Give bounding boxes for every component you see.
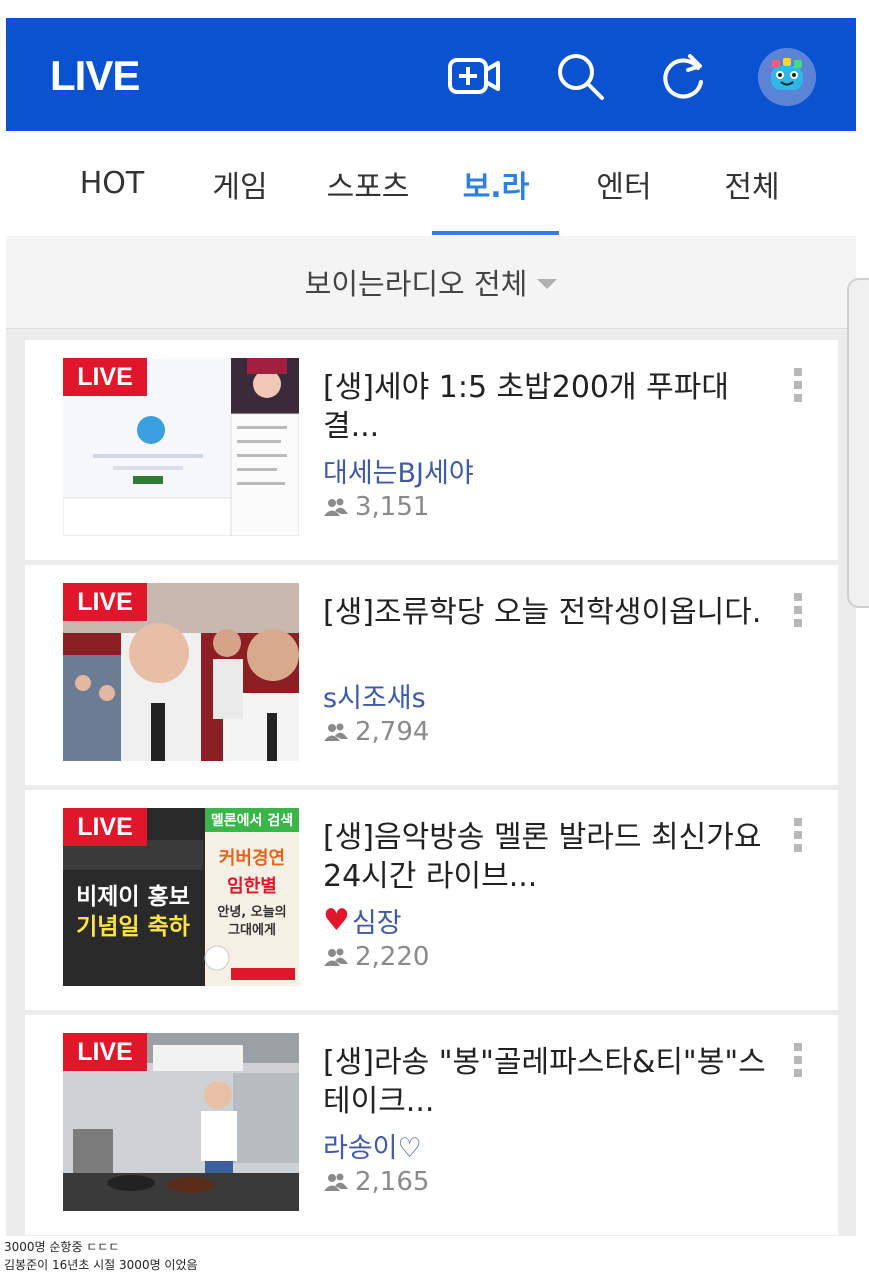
app-title: LIVE: [50, 52, 140, 99]
stream-card[interactable]: LIVE [생]라송 "봉"골레파스타&티"봉"스테이크... 라송이♡ 2,1…: [25, 1015, 838, 1235]
broadcaster-name[interactable]: 라송이♡: [323, 1126, 422, 1165]
live-badge: LIVE: [63, 358, 147, 396]
viewer-count: 2,220: [323, 942, 429, 972]
stream-card[interactable]: 멜론에서 검색 비제이 홍보 기념일 축하 커버경연 임한별 안녕, 오늘의 그…: [25, 790, 838, 1010]
live-badge: LIVE: [63, 808, 147, 846]
viewer-count-text: 3,151: [355, 492, 430, 522]
stream-thumbnail: LIVE: [63, 358, 299, 536]
stream-title: [생]조류학당 오늘 전학생이옵니다.: [323, 595, 762, 630]
chevron-down-icon: [537, 279, 558, 289]
viewer-count: 3,151: [323, 492, 429, 522]
stream-title: [생]세야 1:5 초밥200개 푸파대결...: [323, 370, 729, 444]
caption-line-1: 3000명 순항중 ㄷㄷㄷ: [4, 1240, 120, 1254]
tab-game[interactable]: 게임: [176, 131, 304, 236]
stream-title: [생]라송 "봉"골레파스타&티"봉"스테이크...: [323, 1045, 766, 1119]
stream-thumbnail: 멜론에서 검색 비제이 홍보 기념일 축하 커버경연 임한별 안녕, 오늘의 그…: [63, 808, 299, 986]
stream-card[interactable]: LIVE [생]세야 1:5 초밥200개 푸파대결... 대세는BJ세야 3,…: [25, 340, 838, 560]
active-tab-indicator: [432, 231, 559, 235]
viewers-icon: [324, 948, 348, 966]
profile-avatar-icon[interactable]: [758, 48, 816, 106]
broadcaster-name[interactable]: ♥ 심장: [323, 901, 402, 940]
live-badge: LIVE: [63, 583, 147, 621]
broadcaster-name-text: 라송이♡: [323, 1133, 422, 1164]
stream-card[interactable]: LIVE [생]조류학당 오늘 전학생이옵니다. s시조새s 2,794: [25, 565, 838, 785]
tab-bora[interactable]: 보.라: [432, 131, 560, 236]
stream-thumbnail: LIVE: [63, 1033, 299, 1211]
broadcaster-name-text: s시조새s: [323, 683, 426, 714]
top-bar: LIVE: [6, 18, 856, 131]
app-screen: LIVE HOT 게임 스포츠 보.라 엔터 전체 보이는라디오 전체 LIVE…: [6, 18, 856, 1236]
viewers-icon: [324, 1173, 348, 1191]
viewer-count: 2,794: [323, 717, 429, 747]
stream-thumbnail: LIVE: [63, 583, 299, 761]
edge-scroll-handle[interactable]: [847, 278, 869, 608]
tab-all[interactable]: 전체: [688, 131, 816, 236]
tab-sports[interactable]: 스포츠: [304, 131, 432, 236]
stream-title: [생]음악방송 멜론 발라드 최신가요 24시간 라이브...: [323, 820, 762, 894]
thumb-banner-text: 멜론에서 검색: [211, 812, 293, 829]
more-options-icon[interactable]: [791, 818, 805, 858]
category-tabs: HOT 게임 스포츠 보.라 엔터 전체: [6, 131, 856, 236]
tab-hot[interactable]: HOT: [48, 131, 176, 236]
caption-line-2: 김봉준이 16년초 시절 3000명 이었음: [4, 1258, 198, 1272]
viewers-icon: [324, 723, 348, 741]
broadcaster-name[interactable]: 대세는BJ세야: [323, 451, 474, 490]
thumb-text-right4: 그대에게: [228, 922, 276, 938]
viewer-count: 2,165: [323, 1167, 429, 1197]
thumb-text-right3: 안녕, 오늘의: [217, 904, 286, 920]
filter-label: 보이는라디오 전체: [304, 267, 528, 301]
thumb-text-line2: 기념일 축하: [76, 914, 190, 940]
category-filter-dropdown[interactable]: 보이는라디오 전체: [6, 236, 856, 329]
refresh-icon[interactable]: [654, 46, 714, 106]
broadcaster-name[interactable]: s시조새s: [323, 676, 426, 715]
viewers-icon: [324, 498, 348, 516]
viewer-count-text: 2,165: [355, 1167, 430, 1197]
thumb-text-right2: 임한별: [227, 876, 277, 897]
thumb-text-right1: 커버경연: [219, 848, 285, 869]
broadcaster-name-text: 대세는BJ세야: [323, 458, 474, 489]
thumb-text-line1: 비제이 홍보: [76, 884, 190, 910]
viewer-count-text: 2,794: [355, 717, 430, 747]
broadcast-camera-icon[interactable]: [444, 46, 504, 106]
tab-enter[interactable]: 엔터: [560, 131, 688, 236]
more-options-icon[interactable]: [791, 1043, 805, 1083]
viewer-count-text: 2,220: [355, 942, 430, 972]
search-icon[interactable]: [550, 46, 610, 106]
more-options-icon[interactable]: [791, 368, 805, 408]
more-options-icon[interactable]: [791, 593, 805, 633]
heart-icon: ♥: [323, 903, 350, 938]
live-badge: LIVE: [63, 1033, 147, 1071]
broadcaster-name-text: 심장: [351, 908, 402, 939]
